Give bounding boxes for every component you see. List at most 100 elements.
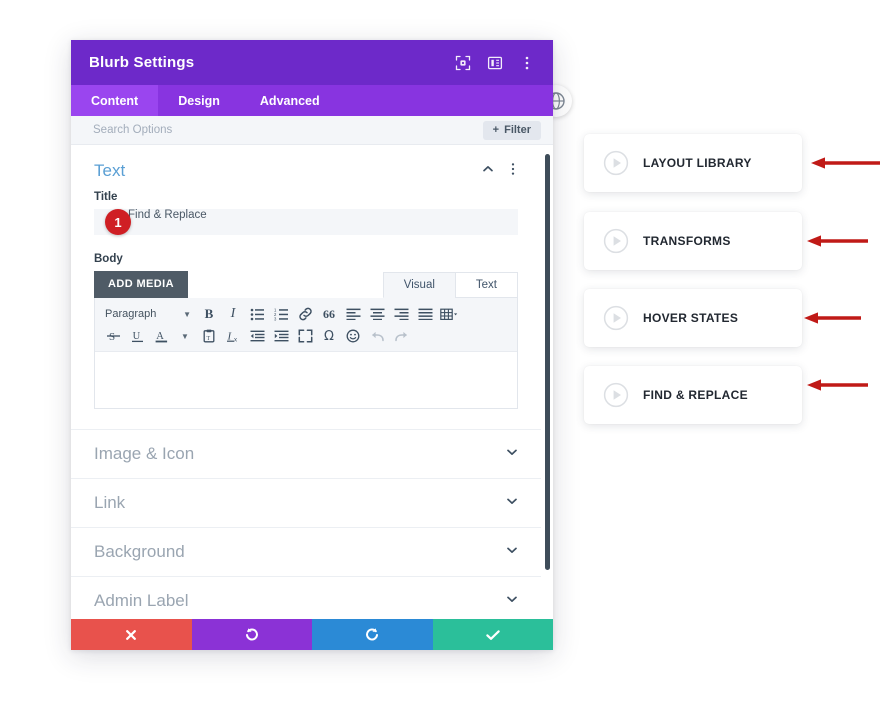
- chevron-down-icon[interactable]: [505, 543, 519, 562]
- tab-advanced[interactable]: Advanced: [240, 85, 340, 116]
- text-color-chevron-down-icon[interactable]: ▼: [173, 326, 197, 347]
- editor-content-area[interactable]: [95, 352, 517, 408]
- bulleted-list-icon[interactable]: [245, 304, 269, 325]
- svg-text:U: U: [132, 331, 140, 342]
- modal-footer: [71, 619, 553, 650]
- card-find-and-replace[interactable]: FIND & REPLACE: [584, 366, 802, 424]
- section-admin-label[interactable]: Admin Label: [71, 577, 541, 619]
- format-select-value: Paragraph: [105, 308, 157, 320]
- play-circle-icon: [603, 305, 629, 331]
- modal-header: Blurb Settings: [71, 40, 553, 85]
- link-icon[interactable]: [293, 304, 317, 325]
- panel-layout-icon[interactable]: [487, 55, 503, 71]
- section-background-title: Background: [94, 542, 185, 561]
- section-background[interactable]: Background: [71, 528, 541, 577]
- step-badge-1: 1: [105, 209, 131, 235]
- section-image-and-icon-title: Image & Icon: [94, 444, 195, 463]
- underline-icon[interactable]: U: [125, 326, 149, 347]
- svg-text:x: x: [234, 338, 237, 343]
- section-link[interactable]: Link: [71, 479, 541, 528]
- chevron-up-icon[interactable]: [481, 162, 495, 181]
- filter-button-label: Filter: [504, 123, 531, 136]
- tab-text[interactable]: Text: [454, 272, 518, 298]
- outdent-icon[interactable]: [245, 326, 269, 347]
- align-center-icon[interactable]: [365, 304, 389, 325]
- chevron-down-icon: ▼: [183, 309, 191, 319]
- cancel-button[interactable]: [71, 619, 192, 650]
- align-left-icon[interactable]: [341, 304, 365, 325]
- card-layout-library[interactable]: LAYOUT LIBRARY: [584, 134, 802, 192]
- editor-mode-tabs: Visual Text: [382, 272, 518, 298]
- strikethrough-icon[interactable]: S: [101, 326, 125, 347]
- title-field-group: Title Find & Replace 1: [71, 191, 541, 235]
- svg-text:S: S: [109, 331, 115, 343]
- clear-formatting-icon[interactable]: I x: [221, 326, 245, 347]
- modal-tabs: Content Design Advanced: [71, 85, 553, 116]
- editor-toolbar: Paragraph ▼ B I 1 2 3 66 S U A ▼ T I x Ω: [95, 298, 517, 352]
- chevron-down-icon[interactable]: [505, 494, 519, 513]
- card-find-and-replace-label: FIND & REPLACE: [643, 388, 748, 402]
- save-button[interactable]: [432, 619, 553, 650]
- card-transforms[interactable]: TRANSFORMS: [584, 212, 802, 270]
- chevron-down-icon[interactable]: [505, 592, 519, 611]
- emoji-icon[interactable]: [341, 326, 365, 347]
- annotation-arrow-transforms: [806, 234, 868, 248]
- search-input[interactable]: Search Options: [93, 124, 483, 136]
- kebab-menu-icon[interactable]: [519, 55, 535, 71]
- annotation-arrow-layout-library: [810, 156, 880, 170]
- redo-icon[interactable]: [389, 326, 413, 347]
- title-field-label: Title: [94, 191, 118, 203]
- undo-button[interactable]: [191, 619, 312, 650]
- screen-root: Blurb Settings Content Design Advanced S…: [0, 0, 880, 727]
- text-color-icon[interactable]: A: [149, 326, 173, 347]
- card-layout-library-label: LAYOUT LIBRARY: [643, 156, 752, 170]
- special-character-icon[interactable]: Ω: [317, 326, 341, 347]
- play-circle-icon: [603, 150, 629, 176]
- undo-icon[interactable]: [365, 326, 389, 347]
- plus-icon: +: [492, 123, 500, 136]
- add-media-button[interactable]: ADD MEDIA: [94, 271, 188, 298]
- tab-design[interactable]: Design: [158, 85, 240, 116]
- section-kebab-menu-icon[interactable]: [507, 162, 519, 181]
- indent-icon[interactable]: [269, 326, 293, 347]
- align-justify-icon[interactable]: [413, 304, 437, 325]
- filter-button[interactable]: + Filter: [482, 120, 541, 140]
- svg-text:A: A: [156, 331, 164, 342]
- toolbar-row-2: S U A ▼ T I x Ω: [101, 325, 511, 347]
- format-select[interactable]: Paragraph ▼: [101, 308, 197, 320]
- play-circle-icon: [603, 382, 629, 408]
- card-hover-states-label: HOVER STATES: [643, 311, 739, 325]
- chevron-down-icon[interactable]: [505, 445, 519, 464]
- tab-visual[interactable]: Visual: [382, 272, 456, 298]
- card-hover-states[interactable]: HOVER STATES: [584, 289, 802, 347]
- play-circle-icon: [603, 228, 629, 254]
- blockquote-icon[interactable]: 66: [317, 304, 341, 325]
- toolbar-row-1: Paragraph ▼ B I 1 2 3 66: [101, 303, 511, 325]
- page-title: Blurb Settings: [89, 54, 195, 71]
- body-field-label: Body: [94, 253, 123, 265]
- annotation-arrow-find-and-replace: [806, 378, 868, 392]
- search-options-row: Search Options + Filter: [71, 116, 553, 145]
- bold-icon[interactable]: B: [197, 304, 221, 325]
- modal-scroll-body: Text Title Find & Replace 1 Body ADD MED…: [71, 145, 553, 619]
- svg-text:T: T: [207, 336, 211, 342]
- vertical-scrollbar[interactable]: [545, 154, 550, 570]
- wysiwyg-editor: Paragraph ▼ B I 1 2 3 66 S U A ▼ T I x Ω: [94, 298, 518, 409]
- section-text-header[interactable]: Text: [71, 145, 541, 191]
- align-right-icon[interactable]: [389, 304, 413, 325]
- annotation-arrow-hover-states: [803, 311, 861, 325]
- section-text-title: Text: [94, 161, 126, 180]
- numbered-list-icon[interactable]: 1 2 3: [269, 304, 293, 325]
- svg-text:3: 3: [274, 316, 277, 320]
- tab-content[interactable]: Content: [71, 85, 159, 116]
- focus-target-icon[interactable]: [455, 55, 471, 71]
- table-icon[interactable]: [437, 304, 461, 325]
- card-transforms-label: TRANSFORMS: [643, 234, 731, 248]
- fullscreen-icon[interactable]: [293, 326, 317, 347]
- italic-icon[interactable]: I: [221, 304, 245, 325]
- header-icon-group: [455, 55, 535, 71]
- title-input[interactable]: Find & Replace: [94, 209, 518, 235]
- redo-button[interactable]: [312, 619, 433, 650]
- paste-as-text-icon[interactable]: T: [197, 326, 221, 347]
- section-image-and-icon[interactable]: Image & Icon: [71, 430, 541, 479]
